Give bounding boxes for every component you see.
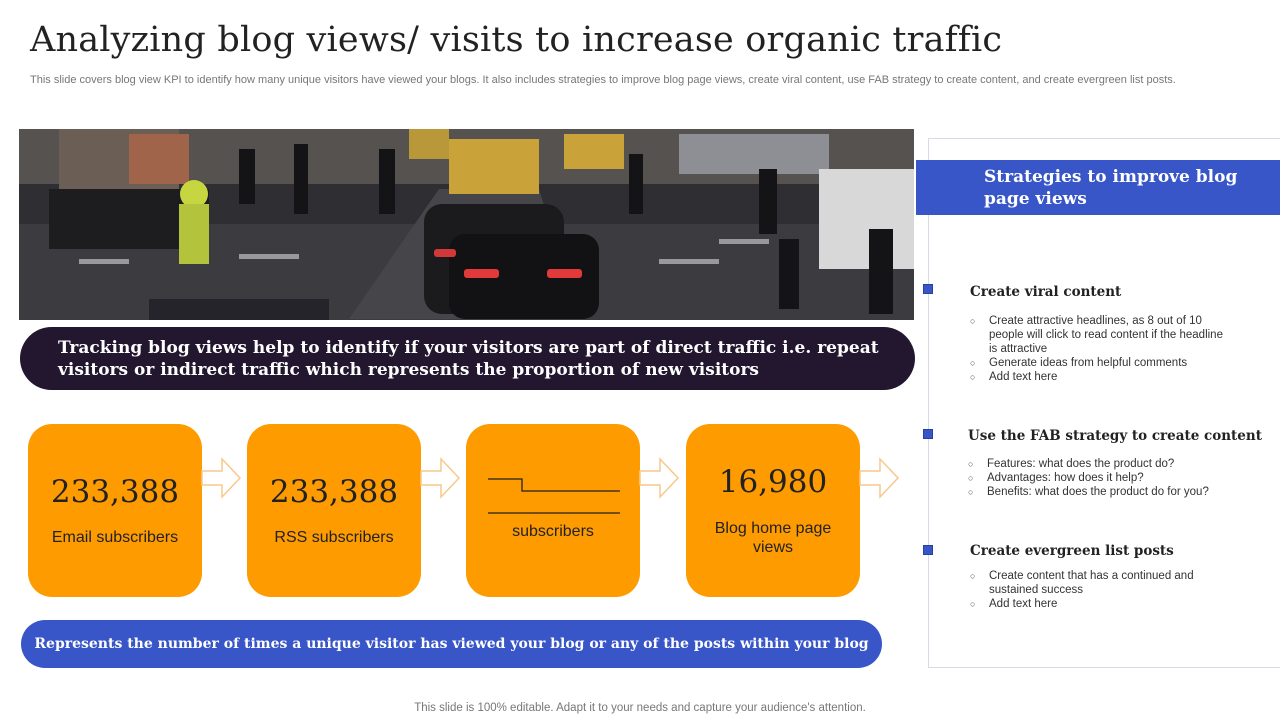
kpi-label: Email subscribers	[51, 529, 179, 546]
viral-content-bullets: Create attractive headlines, as 8 out of…	[970, 314, 1232, 384]
section-marker-icon	[923, 545, 933, 555]
bullet-item: Advantages: how does it help?	[968, 471, 1268, 485]
section-title-evergreen-posts: Create evergreen list posts	[970, 543, 1174, 559]
bullet-item: Create attractive headlines, as 8 out of…	[970, 314, 1232, 356]
kpi-value: 233,388	[50, 474, 180, 510]
kpi-card-rss: 233,388 RSS subscribers	[247, 424, 421, 597]
kpi-placeholder-lines	[488, 478, 620, 514]
arrow-right-icon	[859, 457, 900, 499]
page-title: Analyzing blog views/ visits to increase…	[30, 20, 1003, 60]
bullet-item: Add text here	[970, 597, 1232, 611]
kpi-label: Blog home page views	[714, 520, 832, 556]
tracking-banner: Tracking blog views help to identify if …	[20, 327, 915, 390]
evergreen-posts-bullets: Create content that has a continued and …	[970, 569, 1232, 611]
kpi-value: 16,980	[718, 464, 828, 500]
bullet-item: Create content that has a continued and …	[970, 569, 1232, 597]
street-traffic-photo	[19, 129, 914, 320]
arrow-right-icon	[639, 457, 680, 499]
bullet-item: Add text here	[970, 370, 1232, 384]
section-title-viral-content: Create viral content	[970, 284, 1122, 300]
section-title-fab-strategy: Use the FAB strategy to create content	[968, 428, 1262, 444]
bullet-item: Features: what does the product do?	[968, 457, 1268, 471]
kpi-label: RSS subscribers	[274, 529, 394, 546]
kpi-card-email: 233,388 Email subscribers	[28, 424, 202, 597]
kpi-card-subscribers: subscribers	[466, 424, 640, 597]
page-subtitle: This slide covers blog view KPI to ident…	[30, 74, 1176, 86]
photo-illustration	[19, 129, 914, 320]
section-marker-icon	[923, 284, 933, 294]
footer-note: This slide is 100% editable. Adapt it to…	[414, 702, 866, 714]
kpi-label: subscribers	[512, 523, 594, 540]
kpi-value: 233,388	[269, 474, 399, 510]
bullet-item: Generate ideas from helpful comments	[970, 356, 1232, 370]
fab-strategy-bullets: Features: what does the product do? Adva…	[968, 457, 1268, 499]
section-marker-icon	[923, 429, 933, 439]
arrow-right-icon	[201, 457, 242, 499]
arrow-right-icon	[420, 457, 461, 499]
strategies-heading: Strategies to improve blog page views	[916, 160, 1280, 215]
unique-visitor-note: Represents the number of times a unique …	[21, 620, 882, 668]
kpi-card-blog-views: 16,980 Blog home page views	[686, 424, 860, 597]
bullet-item: Benefits: what does the product do for y…	[968, 485, 1268, 499]
